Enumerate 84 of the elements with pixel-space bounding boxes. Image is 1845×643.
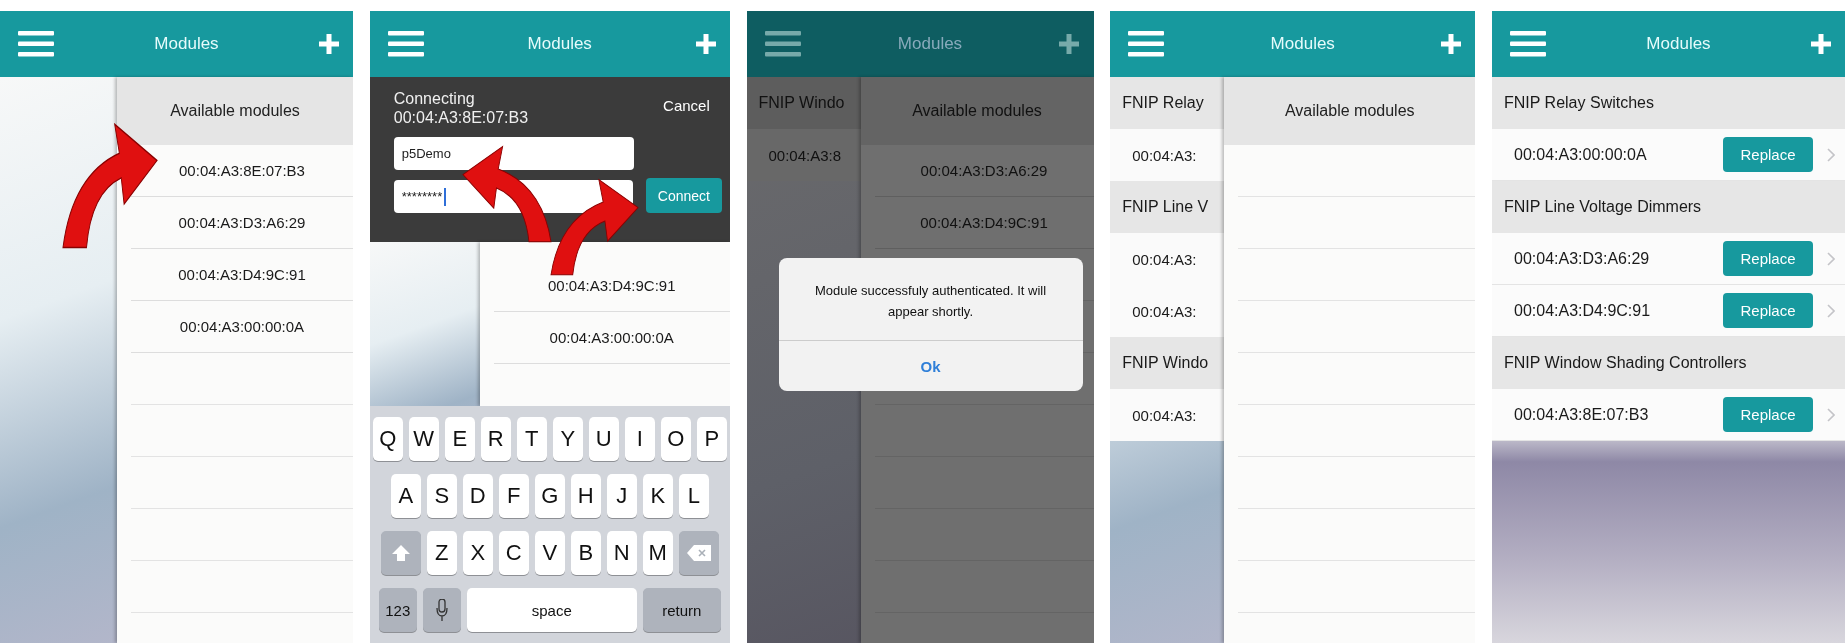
module-address: 00:04:A3:D3:A6:29 bbox=[1514, 249, 1651, 268]
module-address: 00:04:A3: bbox=[1110, 285, 1225, 337]
key[interactable]: J bbox=[606, 473, 637, 518]
key[interactable]: N bbox=[606, 531, 637, 576]
module-item[interactable]: 00:04:A3:00:00:0A bbox=[493, 312, 730, 364]
module-item[interactable]: 00:04:A3:D4:9C:91 bbox=[874, 197, 1094, 249]
module-item[interactable]: 00:04:A3:D3:A6:29 bbox=[874, 145, 1094, 197]
key[interactable]: D bbox=[462, 473, 493, 518]
space-key[interactable]: space bbox=[466, 588, 637, 633]
key[interactable]: P bbox=[696, 416, 727, 461]
add-icon[interactable] bbox=[1441, 34, 1462, 54]
key[interactable]: K bbox=[642, 473, 673, 518]
curved-arrow-icon bbox=[550, 179, 639, 276]
sheet-title: Available modules bbox=[912, 102, 1042, 120]
section-header: FNIP Relay Switches bbox=[1492, 77, 1845, 129]
module-item[interactable]: 00:04:A3:D3:A6:29 bbox=[178, 214, 306, 231]
key[interactable]: M bbox=[642, 531, 673, 576]
key[interactable]: O bbox=[660, 416, 691, 461]
curved-arrow-icon bbox=[62, 123, 158, 249]
sheet-title: Available modules bbox=[1284, 102, 1415, 120]
key[interactable]: I bbox=[624, 416, 655, 461]
key[interactable]: F bbox=[498, 473, 529, 518]
add-icon[interactable] bbox=[1059, 34, 1080, 54]
cancel-button[interactable]: Cancel bbox=[663, 97, 722, 114]
key[interactable]: Y bbox=[552, 416, 583, 461]
connecting-label: Connecting bbox=[393, 89, 476, 108]
add-icon[interactable] bbox=[319, 34, 339, 54]
key[interactable]: G bbox=[534, 473, 565, 518]
module-address: 00:04:A3:8E:07:B3 bbox=[393, 108, 529, 127]
add-icon[interactable] bbox=[695, 34, 716, 54]
key[interactable]: Z bbox=[426, 531, 457, 576]
module-address: 00:04:A3:D4:9C:91 bbox=[1514, 301, 1652, 320]
module-item[interactable]: 00:04:A3:00:00:0A bbox=[179, 318, 305, 335]
key[interactable]: Q bbox=[372, 416, 403, 461]
return-key[interactable]: return bbox=[642, 588, 721, 633]
key[interactable]: L bbox=[678, 473, 709, 518]
username-field[interactable]: p5Demo bbox=[393, 137, 634, 170]
module-address: 00:04:A3: bbox=[1110, 129, 1225, 181]
section-header: FNIP Windo bbox=[1110, 337, 1225, 389]
section-header: FNIP Line Voltage Dimmers bbox=[1492, 181, 1845, 233]
section-header: FNIP Line V bbox=[1110, 181, 1225, 233]
key[interactable]: E bbox=[444, 416, 475, 461]
module-address: 00:04:A3: bbox=[1110, 233, 1225, 285]
microphone-icon bbox=[435, 599, 448, 622]
key[interactable]: W bbox=[408, 416, 439, 461]
key[interactable]: T bbox=[516, 416, 547, 461]
dictation-key[interactable] bbox=[422, 588, 461, 633]
ok-button[interactable]: Ok bbox=[778, 341, 1083, 391]
curved-arrow-icon bbox=[462, 146, 552, 243]
menu-icon[interactable] bbox=[1128, 31, 1165, 57]
key[interactable]: A bbox=[390, 473, 421, 518]
nav-title: Modules bbox=[897, 34, 963, 54]
key[interactable]: R bbox=[480, 416, 511, 461]
add-icon[interactable] bbox=[1811, 34, 1831, 54]
nav-title: Modules bbox=[527, 34, 592, 54]
key[interactable]: H bbox=[570, 473, 601, 518]
section-header: FNIP Relay bbox=[1110, 77, 1225, 129]
menu-icon[interactable] bbox=[1510, 31, 1546, 57]
menu-icon[interactable] bbox=[18, 31, 54, 57]
module-address: 00:04:A3: bbox=[1110, 389, 1225, 441]
module-address: 00:04:A3:8E:07:B3 bbox=[1514, 405, 1650, 424]
nav-title: Modules bbox=[154, 34, 219, 54]
sheet-title: Available modules bbox=[170, 102, 300, 120]
shift-icon bbox=[391, 545, 410, 562]
backspace-icon bbox=[686, 545, 711, 562]
section-header: FNIP Window Shading Controllers bbox=[1492, 337, 1845, 389]
menu-icon[interactable] bbox=[387, 31, 424, 57]
key[interactable]: V bbox=[534, 531, 565, 576]
nav-title: Modules bbox=[1270, 34, 1335, 54]
backspace-key[interactable] bbox=[678, 531, 719, 576]
module-address: 00:04:A3:00:00:0A bbox=[1514, 145, 1648, 164]
key[interactable]: X bbox=[462, 531, 493, 576]
key[interactable]: B bbox=[570, 531, 601, 576]
section-header: FNIP Windo bbox=[746, 77, 861, 129]
menu-icon[interactable] bbox=[764, 31, 801, 57]
key[interactable]: S bbox=[426, 473, 457, 518]
numbers-key[interactable]: 123 bbox=[378, 588, 417, 633]
shift-key[interactable] bbox=[380, 531, 421, 576]
key[interactable]: C bbox=[498, 531, 529, 576]
key[interactable]: U bbox=[588, 416, 619, 461]
nav-title: Modules bbox=[1646, 34, 1711, 54]
module-item[interactable]: 00:04:A3:D4:9C:91 bbox=[178, 266, 306, 283]
module-item[interactable]: 00:04:A3:8E:07:B3 bbox=[179, 162, 305, 179]
alert-message: Module successfuly authenticated. It will appear shortly. bbox=[778, 258, 1083, 341]
